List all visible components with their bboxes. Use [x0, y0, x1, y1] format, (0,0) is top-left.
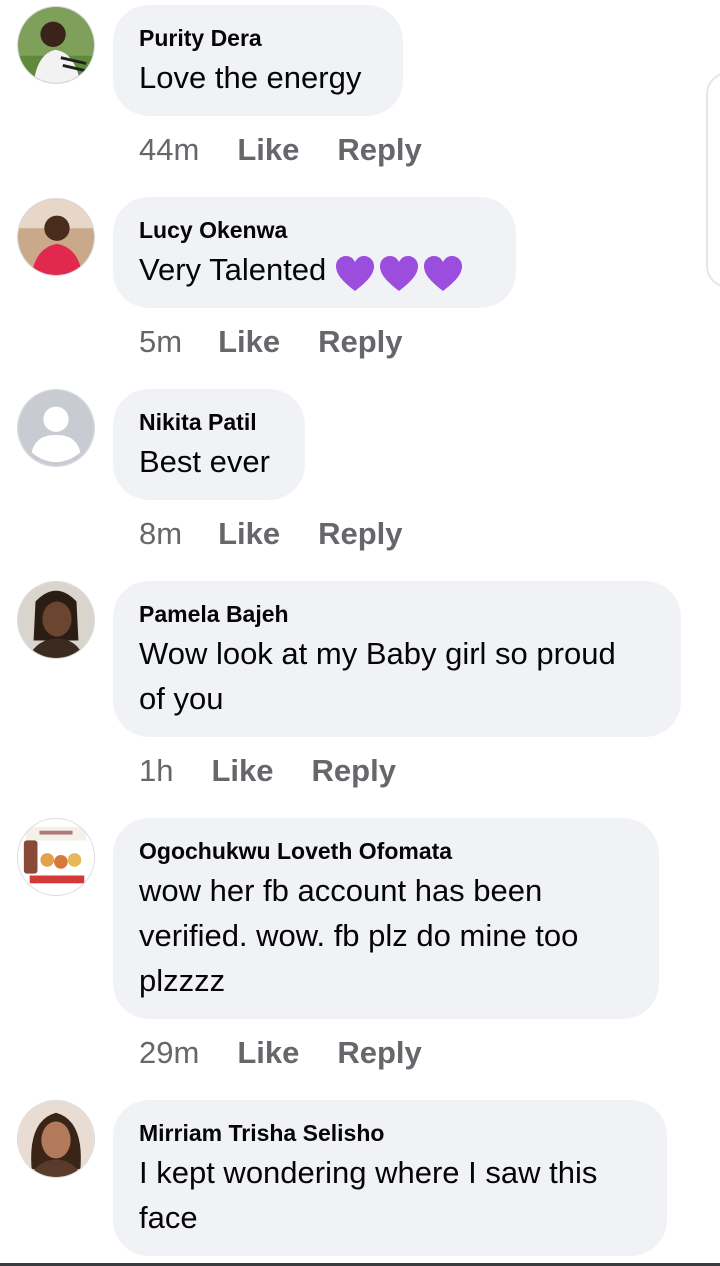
- comment-text-line: plzzzz: [139, 963, 226, 998]
- comment-text: I kept wondering where I saw this face: [139, 1150, 641, 1240]
- comment-text: Best ever: [139, 444, 270, 479]
- comment-bubble: Purity Dera Love the energy: [113, 5, 403, 116]
- comment-text-line: verified. wow. fb plz do mine too: [139, 918, 579, 953]
- reply-button[interactable]: Reply: [337, 1035, 421, 1070]
- avatar[interactable]: [17, 1100, 95, 1178]
- reply-button[interactable]: Reply: [337, 132, 421, 167]
- reply-button[interactable]: Reply: [318, 324, 402, 359]
- comment-text-line: face: [139, 1200, 198, 1235]
- avatar[interactable]: [17, 198, 95, 276]
- comment-text: wow her fb account has been verified. wo…: [139, 868, 633, 1003]
- avatar[interactable]: [17, 389, 95, 467]
- comment-text-line: Wow look at my Baby girl so proud: [139, 636, 616, 671]
- comment-time[interactable]: 1h: [139, 753, 173, 788]
- like-button[interactable]: Like: [218, 324, 280, 359]
- like-button[interactable]: Like: [211, 753, 273, 788]
- comment-text-line: I kept wondering where I saw this: [139, 1155, 598, 1190]
- comment-actions: 29m Like Reply: [139, 1033, 422, 1073]
- comment-bubble: Pamela Bajeh Wow look at my Baby girl so…: [113, 581, 681, 737]
- comment-text: Love the energy: [139, 60, 362, 95]
- comment-actions: 8m Like Reply: [139, 514, 403, 554]
- comment-author[interactable]: Lucy Okenwa: [139, 217, 490, 243]
- comment-time[interactable]: 8m: [139, 516, 182, 551]
- like-button[interactable]: Like: [237, 132, 299, 167]
- emoji-group: [332, 249, 464, 294]
- avatar[interactable]: [17, 581, 95, 659]
- comment-text-line: of you: [139, 681, 224, 716]
- comment-actions: 44m Like Reply: [139, 130, 422, 170]
- comment-text: Very Talented: [139, 247, 490, 294]
- like-button[interactable]: Like: [218, 516, 280, 551]
- comment-bubble: Nikita Patil Best ever: [113, 389, 305, 500]
- comment-bubble: Mirriam Trisha Selisho I kept wondering …: [113, 1100, 667, 1256]
- like-button[interactable]: Like: [237, 1035, 299, 1070]
- comment-time[interactable]: 44m: [139, 132, 199, 167]
- edge-card: [706, 72, 720, 288]
- purple-heart-icon: [380, 256, 419, 292]
- purple-heart-icon: [336, 256, 375, 292]
- comment-author[interactable]: Pamela Bajeh: [139, 601, 655, 627]
- comment-author[interactable]: Mirriam Trisha Selisho: [139, 1120, 641, 1146]
- comment-bubble: Ogochukwu Loveth Ofomata wow her fb acco…: [113, 818, 659, 1019]
- comment-actions: 5m Like Reply: [139, 322, 403, 362]
- comment-text: Wow look at my Baby girl so proud of you: [139, 631, 655, 721]
- reply-button[interactable]: Reply: [312, 753, 396, 788]
- comment-text-line: wow her fb account has been: [139, 873, 543, 908]
- comment-author[interactable]: Purity Dera: [139, 25, 377, 51]
- reply-button[interactable]: Reply: [318, 516, 402, 551]
- avatar[interactable]: [17, 6, 95, 84]
- comment-time[interactable]: 29m: [139, 1035, 199, 1070]
- comment-author[interactable]: Ogochukwu Loveth Ofomata: [139, 838, 633, 864]
- comment-bubble: Lucy Okenwa Very Talented: [113, 197, 516, 308]
- comment-time[interactable]: 5m: [139, 324, 182, 359]
- avatar[interactable]: [17, 818, 95, 896]
- comment-actions: 1h Like Reply: [139, 751, 396, 791]
- comment-author[interactable]: Nikita Patil: [139, 409, 279, 435]
- comments-screen: Purity Dera Love the energy 44m Like Reply…: [0, 0, 720, 1266]
- purple-heart-icon: [424, 256, 463, 292]
